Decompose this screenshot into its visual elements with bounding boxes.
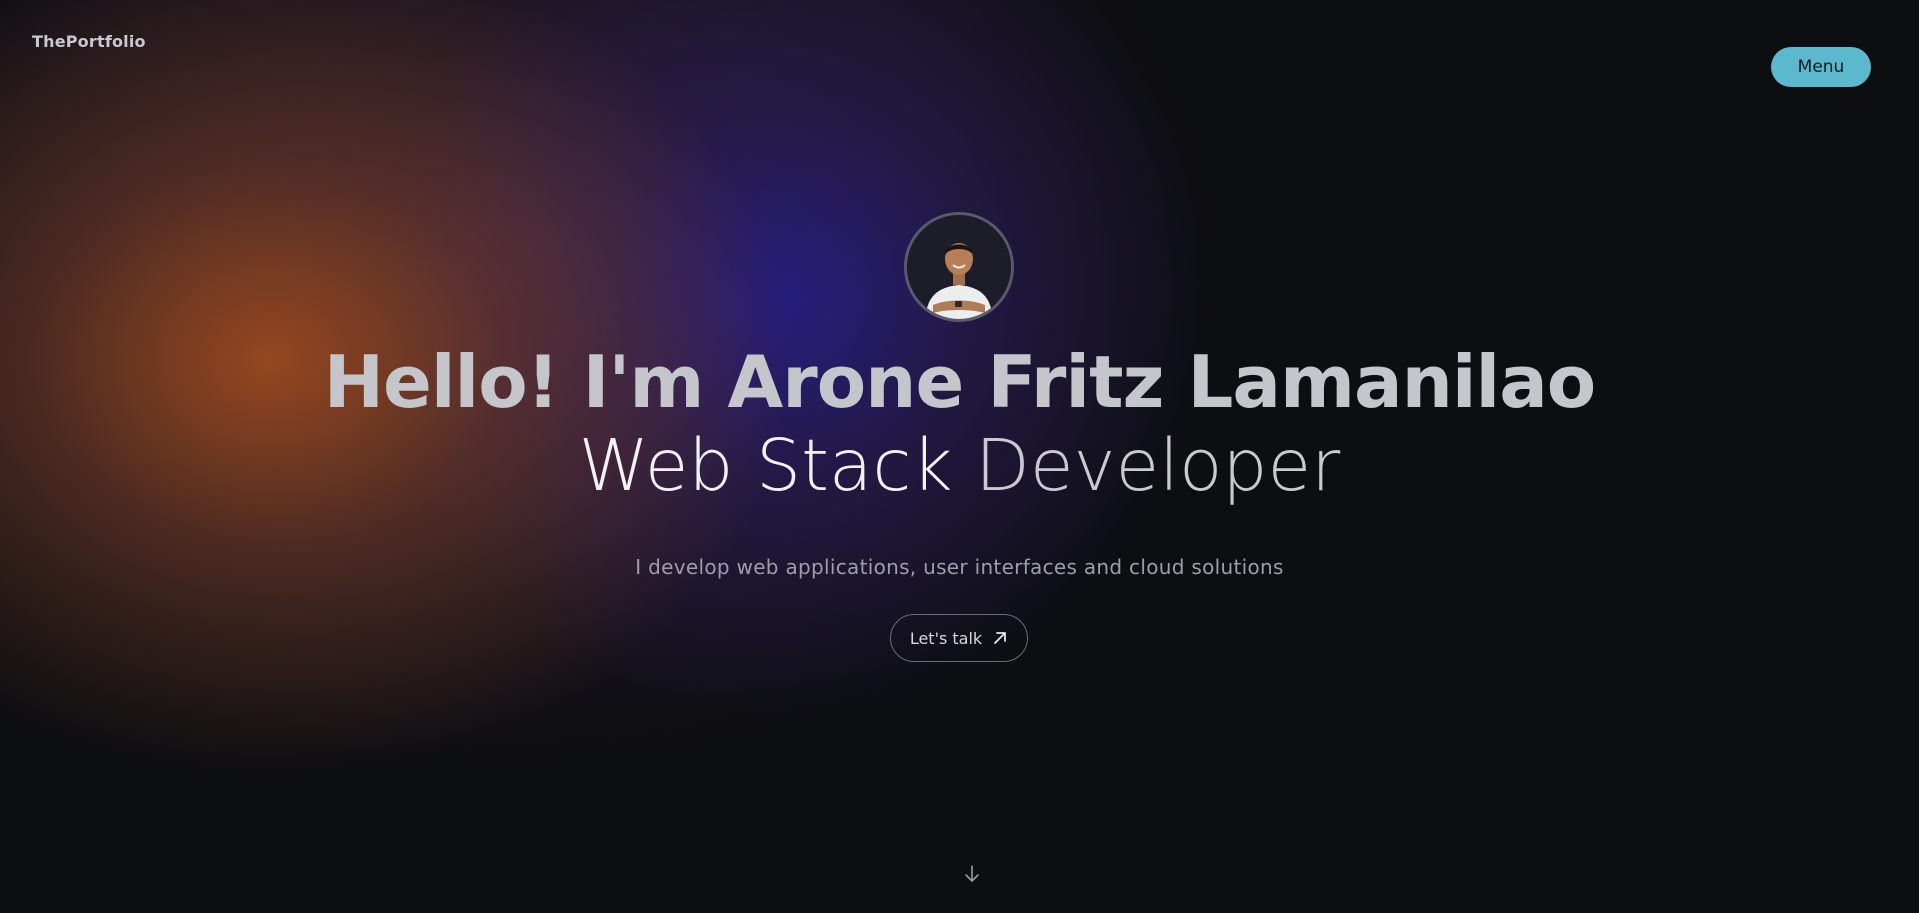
avatar [904,212,1014,322]
role-secondary: Developer [975,424,1341,507]
lets-talk-button[interactable]: Let's talk [890,614,1028,662]
avatar-photo [907,215,1011,319]
lets-talk-label: Let's talk [909,628,983,648]
hero-tagline: I develop web applications, user interfa… [635,555,1284,579]
arrow-down-icon[interactable] [962,864,982,884]
hero-page: ThePortfolio Menu Hello! I'm Arone Fritz… [0,0,1919,913]
hero-headline: Hello! I'm Arone Fritz Lamanilao [323,340,1597,424]
arrow-up-right-icon [992,630,1008,646]
role-primary: Web Stack [578,424,953,507]
hero-role: Web Stack Developer [0,424,1919,507]
hero-section: Hello! I'm Arone Fritz Lamanilao Web Sta… [0,0,1919,913]
